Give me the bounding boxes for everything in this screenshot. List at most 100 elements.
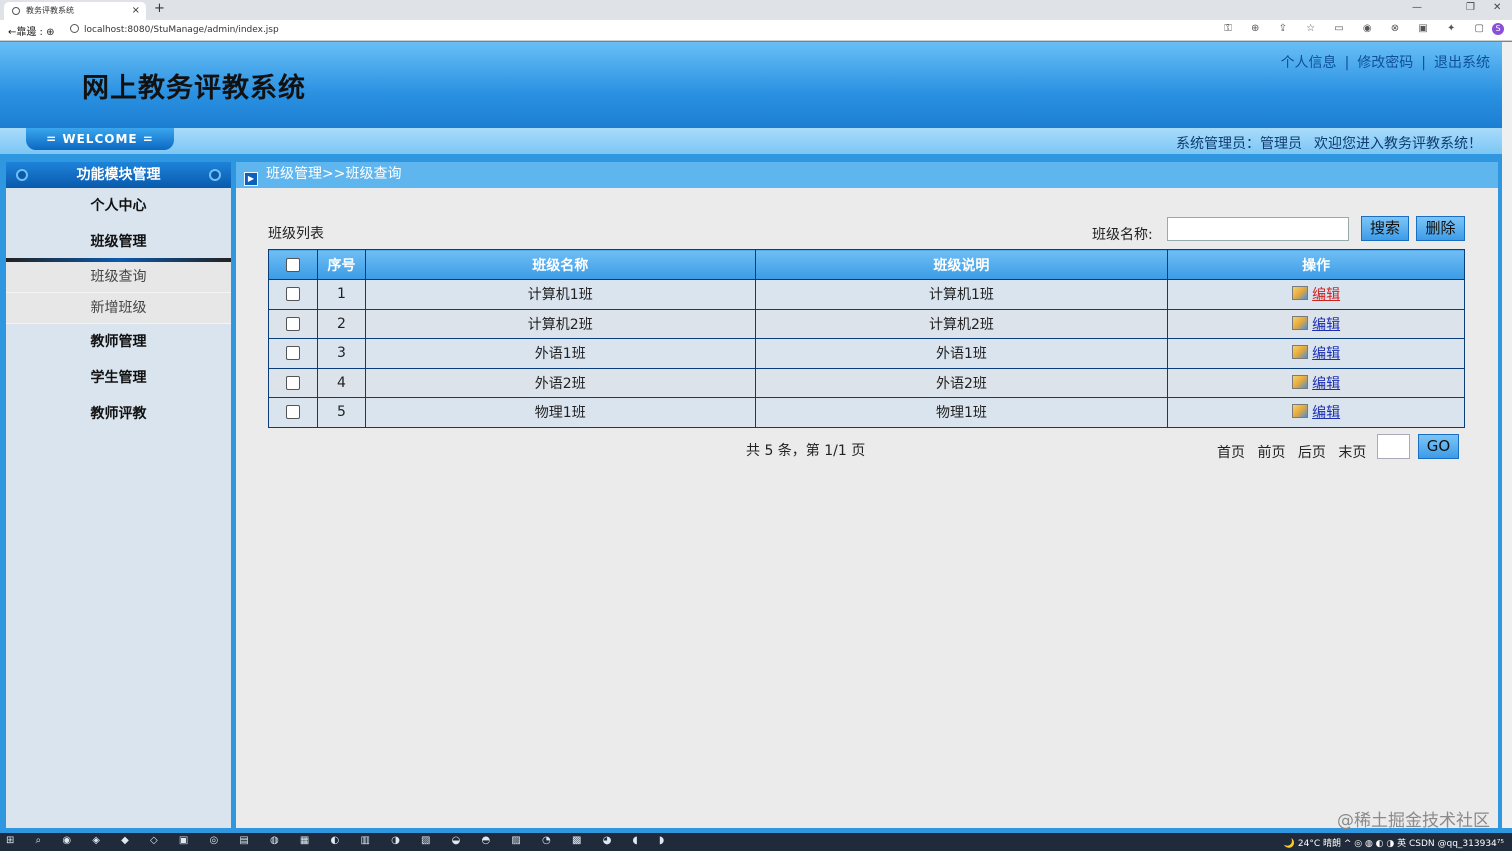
class-name-cell: 外语1班 <box>364 338 756 369</box>
role-label: 系统管理员： <box>1176 136 1260 152</box>
class-desc-cell: 计算机2班 <box>754 308 1169 339</box>
sidebar-item-teacher-management[interactable]: 教师管理 <box>6 324 231 360</box>
next-page-link[interactable]: 后页 <box>1298 445 1326 461</box>
action-cell: 编辑 <box>1167 367 1465 398</box>
select-all-checkbox[interactable] <box>285 257 300 272</box>
sidebar-item-teacher-evaluation[interactable]: 教师评教 <box>6 396 231 432</box>
main-content: ▶ 班级管理>>班级查询 班级列表 班级名称: 搜索 删除 序号 班级名称 班级… <box>236 162 1498 828</box>
watermark: @稀土掘金技术社区 <box>1337 811 1490 831</box>
logout-link[interactable]: 退出系统 <box>1434 55 1490 71</box>
edit-icon[interactable] <box>1292 315 1309 330</box>
link-separator: | <box>1344 55 1350 71</box>
tab-close-icon[interactable]: × <box>132 2 140 20</box>
row-select-cell <box>268 367 318 398</box>
row-number: 3 <box>316 338 366 369</box>
column-header[interactable]: 班级名称 <box>364 249 756 280</box>
info-icon <box>70 24 79 33</box>
dot-icon <box>209 169 221 181</box>
change-password-link[interactable]: 修改密码 <box>1357 55 1413 71</box>
url-field[interactable]: localhost:8080/StuManage/admin/index.jsp <box>70 24 279 35</box>
sidebar-item-class-management[interactable]: 班级管理 <box>6 224 231 260</box>
list-title: 班级列表 <box>268 226 324 242</box>
column-header: 操作 <box>1167 249 1465 280</box>
select-all-cell <box>268 249 318 280</box>
search-button[interactable]: 搜索 <box>1361 216 1409 241</box>
top-links: 个人信息 | 修改密码 | 退出系统 <box>1281 52 1490 72</box>
class-name-cell: 计算机2班 <box>364 308 756 339</box>
row-checkbox[interactable] <box>285 405 300 420</box>
class-desc-cell: 物理1班 <box>754 397 1169 428</box>
delete-button[interactable]: 删除 <box>1416 216 1465 241</box>
toolbar-icons-glyphs: ⚿ ⊕ ⇪ ☆ ▭ ◉ ⊗ ▣ ✦ ▢ <box>1224 23 1492 34</box>
row-select-cell <box>268 308 318 339</box>
profile-link[interactable]: 个人信息 <box>1281 55 1337 71</box>
sidebar-subitem-add-class[interactable]: 新增班级 <box>6 293 231 324</box>
table-row: 1 计算机1班 计算机1班 编辑 <box>268 279 1465 310</box>
page-number-input[interactable] <box>1377 434 1410 459</box>
browser-tab[interactable]: 教务评教系统 × <box>4 2 146 20</box>
user-name: 管理员 <box>1260 136 1302 152</box>
taskbar-app-icons[interactable]: ⊞ ⌕ ◉ ◈ ◆ ◇ ▣ ◎ ▤ ◍ ▦ ◐ ▥ ◑ ▧ ◒ ◓ ▨ ◔ ▩ … <box>6 835 673 846</box>
window-close-icon[interactable]: ✕ <box>1493 2 1501 13</box>
action-cell: 编辑 <box>1167 279 1465 310</box>
edit-icon[interactable] <box>1292 345 1309 360</box>
edit-link[interactable]: 编辑 <box>1312 405 1340 421</box>
greeting-text: 欢迎您进入教务评教系统！ <box>1314 136 1482 152</box>
tab-title: 教务评教系统 <box>26 6 74 15</box>
search-label: 班级名称: <box>1092 227 1153 243</box>
action-cell: 编辑 <box>1167 308 1465 339</box>
breadcrumb-bar: ▶ 班级管理>>班级查询 <box>236 162 1498 188</box>
row-number: 1 <box>316 279 366 310</box>
table-row: 3 外语1班 外语1班 编辑 <box>268 338 1465 369</box>
edit-link[interactable]: 编辑 <box>1312 376 1340 392</box>
minimize-icon[interactable]: — <box>1412 2 1422 13</box>
sidebar: 功能模块管理 个人中心 班级管理 班级查询 新增班级 教师管理 学生管理 教师评… <box>6 162 231 828</box>
back-button[interactable]: ←靠邊 : ⊕ <box>8 23 54 38</box>
sidebar-title: 功能模块管理 <box>76 167 161 183</box>
page-scrollbar[interactable] <box>1502 42 1512 828</box>
pager-summary: 共 5 条，第 1/1 页 <box>746 443 866 459</box>
row-select-cell <box>268 338 318 369</box>
action-cell: 编辑 <box>1167 397 1465 428</box>
row-checkbox[interactable] <box>285 346 300 361</box>
go-button[interactable]: GO <box>1418 434 1459 459</box>
class-table: 序号 班级名称 班级说明 操作 1 计算机1班 计算机1班 编辑 2 计算机2班… <box>268 249 1465 428</box>
profile-avatar[interactable]: S <box>1492 23 1504 35</box>
browser-toolbar-icons[interactable]: ⚿ ⊕ ⇪ ☆ ▭ ◉ ⊗ ▣ ✦ ▢ S <box>1224 23 1504 35</box>
breadcrumb: 班级管理>>班级查询 <box>266 166 402 182</box>
row-checkbox[interactable] <box>285 316 300 331</box>
prev-page-link[interactable]: 前页 <box>1257 445 1285 461</box>
class-name-cell: 计算机1班 <box>364 279 756 310</box>
url-text: localhost:8080/StuManage/admin/index.jsp <box>84 25 279 35</box>
user-info: 系统管理员：管理员 欢迎您进入教务评教系统！ <box>1176 133 1482 153</box>
edit-link[interactable]: 编辑 <box>1312 317 1340 333</box>
dot-icon <box>16 169 28 181</box>
sidebar-item-personal-center[interactable]: 个人中心 <box>6 188 231 224</box>
table-header-row: 序号 班级名称 班级说明 操作 <box>268 249 1465 280</box>
site-title: 网上教务评教系统 <box>82 73 306 104</box>
sidebar-subitem-class-query[interactable]: 班级查询 <box>6 262 231 293</box>
first-page-link[interactable]: 首页 <box>1217 445 1245 461</box>
globe-icon <box>12 7 20 15</box>
new-tab-button[interactable]: + <box>154 1 165 16</box>
table-row: 2 计算机2班 计算机2班 编辑 <box>268 308 1465 339</box>
sidebar-item-student-management[interactable]: 学生管理 <box>6 360 231 396</box>
class-desc-cell: 外语1班 <box>754 338 1169 369</box>
edit-link[interactable]: 编辑 <box>1312 346 1340 362</box>
row-checkbox[interactable] <box>285 287 300 302</box>
column-header[interactable]: 班级说明 <box>754 249 1169 280</box>
maximize-icon[interactable]: ❐ <box>1466 2 1475 13</box>
edit-link[interactable]: 编辑 <box>1312 287 1340 303</box>
table-row: 5 物理1班 物理1班 编辑 <box>268 397 1465 428</box>
edit-icon[interactable] <box>1292 374 1309 389</box>
column-header[interactable]: 序号 <box>316 249 366 280</box>
class-name-search-input[interactable] <box>1167 217 1349 241</box>
row-select-cell <box>268 279 318 310</box>
welcome-bar: = WELCOME = 系统管理员：管理员 欢迎您进入教务评教系统！ <box>0 128 1502 158</box>
edit-icon[interactable] <box>1292 404 1309 419</box>
last-page-link[interactable]: 末页 <box>1338 445 1366 461</box>
edit-icon[interactable] <box>1292 286 1309 301</box>
row-checkbox[interactable] <box>285 375 300 390</box>
system-tray[interactable]: 🌙 24°C 晴朗 ^ ◎ ◍ ◐ ◑ 英 CSDN @qq_313934⁷⁵ <box>1284 836 1504 849</box>
play-icon: ▶ <box>244 172 258 186</box>
